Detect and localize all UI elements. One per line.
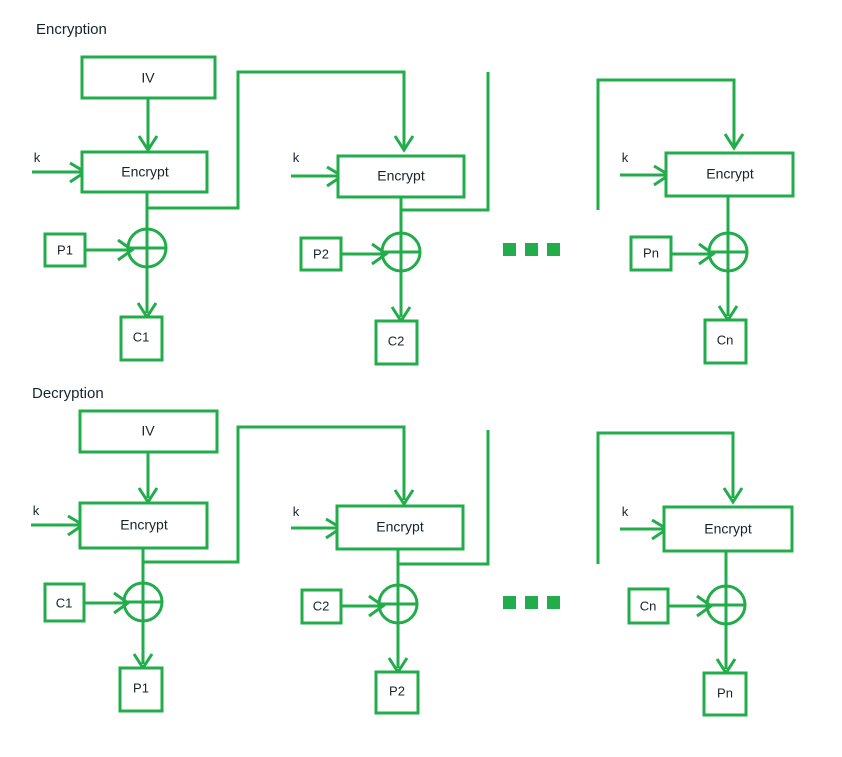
decryption-key-label-1: k [33,503,40,518]
decryption-key-label-n: k [622,504,629,519]
ellipsis-dot-icon [547,596,560,609]
encryption-plaintext-label-2: P2 [313,246,329,261]
encryption-plaintext-label-1: P1 [57,242,73,257]
encryption-key-label-1: k [34,150,41,165]
encryption-ciphertext-label-1: C1 [133,329,150,344]
ellipsis-dot-icon [525,596,538,609]
ellipsis-dot-icon [503,596,516,609]
encryption-plaintext-label-n: Pn [643,245,659,260]
decryption-key-label-2: k [293,504,300,519]
encryption-key-label-2: k [293,150,300,165]
encryption-ciphertext-label-n: Cn [717,332,734,347]
encryption-block-n: k Encrypt Pn Cn [596,78,795,365]
encryption-cipher-label-2: Encrypt [377,168,425,184]
encryption-cipher-label-1: Encrypt [121,164,169,180]
encryption-section: Encryption IV k Encrypt P1 C1 k Encrypt … [32,21,795,366]
decryption-heading: Decryption [32,385,104,402]
encryption-cipher-label-n: Encrypt [706,166,754,182]
encryption-ellipsis [503,243,560,256]
decryption-plaintext-label-n: Pn [717,685,733,700]
encryption-block-2: k Encrypt P2 C2 [291,72,490,366]
decryption-block-1: IV k Encrypt C1 P1 [31,409,415,713]
encryption-block-1: IV k Encrypt P1 C1 [32,55,415,362]
encryption-iv-label: IV [141,70,155,86]
decryption-cipher-label-n: Encrypt [704,521,752,537]
decryption-cipher-label-1: Encrypt [120,517,168,533]
decryption-ciphertext-label-n: Cn [640,598,657,613]
decryption-block-n: k Encrypt Cn Pn [596,431,794,717]
decryption-plaintext-label-1: P1 [133,680,149,695]
decryption-plaintext-label-2: P2 [389,683,405,698]
encryption-key-label-n: k [622,150,629,165]
decryption-ciphertext-label-1: C1 [56,595,73,610]
cbc-mode-diagram: Encryption IV k Encrypt P1 C1 k Encrypt … [31,21,795,717]
decryption-ellipsis [503,596,560,609]
decryption-cipher-label-2: Encrypt [376,519,424,535]
ellipsis-dot-icon [503,243,516,256]
decryption-section: Decryption IV k Encrypt C1 P1 k Encrypt … [31,385,794,717]
decryption-block-2: k Encrypt C2 P2 [291,430,490,715]
decryption-iv-label: IV [141,423,155,439]
diagram-canvas: Encryption IV k Encrypt P1 C1 k Encrypt … [0,0,842,757]
ellipsis-dot-icon [547,243,560,256]
ellipsis-dot-icon [525,243,538,256]
encryption-ciphertext-label-2: C2 [388,333,405,348]
decryption-ciphertext-label-2: C2 [313,598,330,613]
encryption-heading: Encryption [36,21,107,38]
